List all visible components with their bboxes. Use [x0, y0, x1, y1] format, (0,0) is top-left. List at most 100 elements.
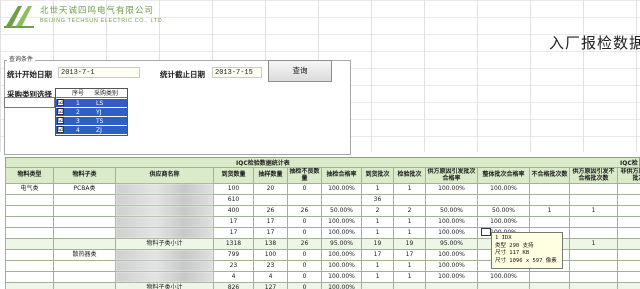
table-cell-non-sup[interactable]: [617, 183, 640, 195]
table-cell-all-rate[interactable]: 50.00%: [477, 205, 530, 217]
table-cell-supplier[interactable]: ■■■■: [115, 260, 214, 272]
table-cell-sup-rate[interactable]: 100.00%: [425, 249, 478, 261]
table-cell-batch[interactable]: 1: [361, 227, 394, 239]
table-cell-batch[interactable]: 1: [361, 271, 394, 283]
table-cell-sup-ng[interactable]: [569, 249, 618, 261]
table-cell-insp[interactable]: [393, 194, 426, 206]
table-cell-ng[interactable]: [529, 183, 570, 195]
table-cell-sample[interactable]: [253, 194, 288, 206]
table-cell-rate[interactable]: 100.00%: [321, 260, 362, 272]
table-cell-rate[interactable]: 50.00%: [321, 205, 362, 217]
table-cell-sup-rate[interactable]: 100.00%: [425, 227, 478, 239]
table-cell-non-sup[interactable]: [617, 249, 640, 261]
table-cell-sub[interactable]: 散热器类: [53, 249, 116, 261]
table-cell-sup-rate[interactable]: 100.00%: [425, 271, 478, 283]
table-cell-sample[interactable]: 17: [253, 216, 288, 228]
table-cell-sample[interactable]: 20: [253, 183, 288, 195]
table-cell-rate[interactable]: 100.00%: [321, 249, 362, 261]
table-cell-rate[interactable]: [321, 194, 362, 206]
table-cell-ng[interactable]: [529, 271, 570, 283]
table-cell-sample[interactable]: 4: [253, 271, 288, 283]
table-cell-sup-rate[interactable]: [425, 282, 478, 289]
table-cell-sup-ng[interactable]: 1: [569, 205, 618, 217]
table-cell-type[interactable]: [5, 271, 54, 283]
table-cell-type[interactable]: 电气类: [5, 183, 54, 195]
table-cell-sub[interactable]: [53, 205, 116, 217]
table-cell-supplier[interactable]: ■■■■: [115, 194, 214, 206]
table-cell-non-sup[interactable]: [617, 205, 640, 217]
table-cell-supplier[interactable]: 物料子类小计: [115, 282, 214, 289]
table-cell-batch[interactable]: 36: [361, 194, 394, 206]
table-cell-batch[interactable]: 1: [361, 216, 394, 228]
table-cell-insp[interactable]: 1: [393, 260, 426, 272]
table-cell-sub[interactable]: [53, 271, 116, 283]
table-cell-sup-rate[interactable]: 50.00%: [425, 205, 478, 217]
table-cell-sub[interactable]: [53, 238, 116, 250]
table-cell-arr[interactable]: 100: [213, 183, 254, 195]
table-cell-type[interactable]: [5, 282, 54, 289]
table-cell-bad[interactable]: 0: [287, 282, 322, 289]
table-cell-type[interactable]: [5, 216, 54, 228]
table-cell-sup-ng[interactable]: [569, 260, 618, 272]
table-cell-insp[interactable]: [393, 282, 426, 289]
table-cell-all-rate[interactable]: 100.00%: [477, 216, 530, 228]
table-cell-rate[interactable]: 100.00%: [321, 227, 362, 239]
purchase-category-input[interactable]: [4, 97, 55, 108]
table-cell-sample[interactable]: 23: [253, 260, 288, 272]
table-cell-non-sup[interactable]: [617, 238, 640, 250]
table-cell-insp[interactable]: 2: [393, 205, 426, 217]
table-cell-sample[interactable]: 100: [253, 249, 288, 261]
table-cell-supplier[interactable]: 物料子类小计: [115, 238, 214, 250]
listbox-item[interactable]: ☑ 1 LS: [56, 98, 127, 107]
table-cell-supplier[interactable]: ■■■■: [115, 205, 214, 217]
table-cell-bad[interactable]: 0: [287, 183, 322, 195]
table-cell-arr[interactable]: 17: [213, 216, 254, 228]
table-cell-type[interactable]: [5, 194, 54, 206]
table-cell-batch[interactable]: 17: [361, 249, 394, 261]
table-cell-sup-rate[interactable]: 100.00%: [425, 183, 478, 195]
start-date-field[interactable]: 2013-7-1: [58, 67, 140, 78]
table-cell-sample[interactable]: 138: [253, 238, 288, 250]
table-cell-arr[interactable]: 400: [213, 205, 254, 217]
table-cell-bad[interactable]: 0: [287, 249, 322, 261]
table-cell-insp[interactable]: 19: [393, 238, 426, 250]
table-cell-sup-rate[interactable]: [425, 194, 478, 206]
table-cell-all-rate[interactable]: [477, 194, 530, 206]
table-cell-batch[interactable]: 2: [361, 205, 394, 217]
listbox-item[interactable]: ☑ 4 ZJ: [56, 125, 127, 134]
table-cell-batch[interactable]: [361, 282, 394, 289]
table-cell-batch[interactable]: 1: [361, 183, 394, 195]
checkbox-icon[interactable]: ☑: [57, 99, 64, 106]
table-cell-sample[interactable]: 17: [253, 227, 288, 239]
table-cell-bad[interactable]: 0: [287, 227, 322, 239]
table-cell-sub[interactable]: [53, 216, 116, 228]
table-cell-non-sup[interactable]: [617, 282, 640, 289]
table-cell-batch[interactable]: 19: [361, 238, 394, 250]
table-cell-arr[interactable]: 4: [213, 271, 254, 283]
listbox-item[interactable]: ☑ 2 YJ: [56, 107, 127, 116]
table-cell-insp[interactable]: 1: [393, 271, 426, 283]
end-date-field[interactable]: 2013-7-15: [212, 67, 262, 78]
table-cell-arr[interactable]: 799: [213, 249, 254, 261]
table-cell-sub[interactable]: [53, 227, 116, 239]
table-cell-sup-ng[interactable]: [569, 227, 618, 239]
table-cell-non-sup[interactable]: [617, 260, 640, 272]
table-cell-bad[interactable]: 0: [287, 271, 322, 283]
table-cell-sup-ng[interactable]: [569, 271, 618, 283]
table-cell-ng[interactable]: [529, 282, 570, 289]
table-cell-type[interactable]: [5, 249, 54, 261]
table-cell-all-rate[interactable]: 100.00%: [477, 183, 530, 195]
table-cell-rate[interactable]: 95.00%: [321, 238, 362, 250]
table-cell-sub[interactable]: [53, 194, 116, 206]
table-cell-non-sup[interactable]: [617, 271, 640, 283]
table-cell-bad[interactable]: 26: [287, 238, 322, 250]
table-cell-rate[interactable]: 100.00%: [321, 216, 362, 228]
table-cell-arr[interactable]: 610: [213, 194, 254, 206]
table-cell-insp[interactable]: 17: [393, 249, 426, 261]
table-cell-supplier[interactable]: ■■■■: [115, 227, 214, 239]
table-cell-ng[interactable]: [529, 216, 570, 228]
table-cell-type[interactable]: [5, 205, 54, 217]
checkbox-icon[interactable]: ☑: [57, 117, 64, 124]
table-cell-ng[interactable]: 1: [529, 205, 570, 217]
table-cell-sup-rate[interactable]: 100.00%: [425, 260, 478, 272]
